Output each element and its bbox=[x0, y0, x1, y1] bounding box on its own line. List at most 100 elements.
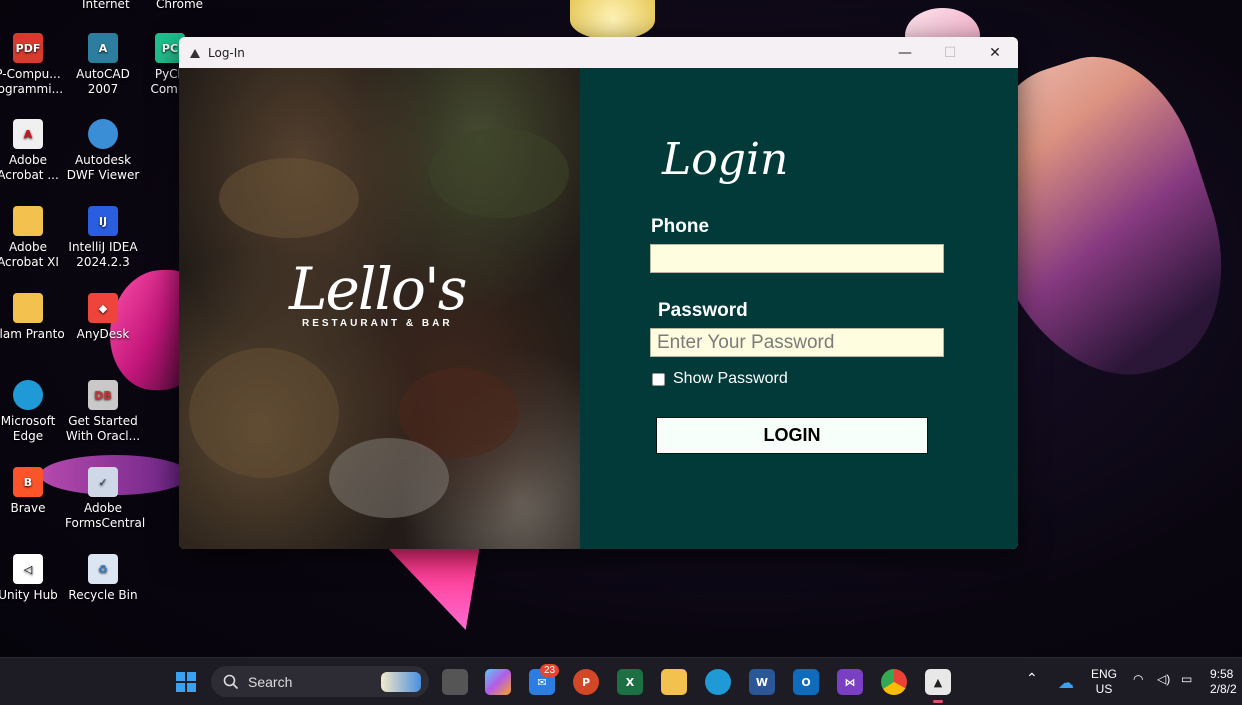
food-plate bbox=[399, 368, 519, 458]
unity-hub-icon: ◁ bbox=[13, 554, 43, 584]
desktop-icon-label: Get Started With Oracl... bbox=[65, 414, 141, 443]
excel-icon[interactable]: X bbox=[617, 669, 643, 695]
folder-icon bbox=[13, 206, 43, 236]
brand-tagline: RESTAURANT & BAR bbox=[301, 318, 453, 329]
clock-time: 9:58 bbox=[1210, 667, 1234, 681]
edge-icon[interactable] bbox=[705, 669, 731, 695]
desktop-icon-acrobat-xi[interactable]: Adobe Acrobat XI bbox=[0, 206, 66, 270]
anydesk-icon: ◆ bbox=[88, 293, 118, 323]
password-label: Password bbox=[658, 300, 748, 321]
desktop-icon-label: Microsoft Edge bbox=[0, 414, 56, 443]
desktop-icon-label: Brave bbox=[10, 501, 46, 515]
task-view-icon[interactable] bbox=[442, 669, 468, 695]
desktop-icon-recycle-bin[interactable]: ♻ Recycle Bin bbox=[65, 554, 141, 603]
desktop-icon-brave[interactable]: B Brave bbox=[0, 467, 66, 516]
maximize-button[interactable]: ☐ bbox=[927, 37, 973, 68]
powerpoint-icon[interactable]: P bbox=[573, 669, 599, 695]
adobe-acrobat-icon: A bbox=[13, 119, 43, 149]
region-label: US bbox=[1095, 682, 1113, 696]
desktop-icon-label: IntelliJ IDEA 2024.2.3 bbox=[68, 240, 138, 269]
pdf-file-icon: PDF bbox=[13, 33, 43, 63]
language-label: ENG bbox=[1090, 667, 1117, 681]
desktop-icon-anydesk[interactable]: ◆ AnyDesk bbox=[65, 293, 141, 342]
start-icon[interactable] bbox=[173, 669, 199, 695]
desktop-icon-acrobat[interactable]: A Adobe Acrobat ... bbox=[0, 119, 66, 183]
food-plate bbox=[189, 348, 339, 478]
desktop-icon-intellij[interactable]: IJ IntelliJ IDEA 2024.2.3 bbox=[65, 206, 141, 270]
desktop-icon-unity-hub[interactable]: ◁ Unity Hub bbox=[0, 554, 66, 603]
desktop-icon-edge[interactable]: Microsoft Edge bbox=[0, 380, 66, 444]
adobe-forms-icon: ✓ bbox=[88, 467, 118, 497]
minimize-button[interactable]: — bbox=[882, 37, 928, 68]
recycle-bin-icon: ♻ bbox=[88, 554, 118, 584]
login-button[interactable]: LOGIN bbox=[656, 417, 928, 454]
folder-icon bbox=[13, 293, 43, 323]
desktop-icon-dwf[interactable]: Autodesk DWF Viewer bbox=[65, 119, 141, 183]
onedrive-icon[interactable]: ☁ bbox=[1055, 669, 1077, 695]
phone-label: Phone bbox=[651, 216, 710, 237]
desktop-icon-label: Adobe FormsCentral bbox=[65, 501, 146, 530]
food-plate bbox=[219, 158, 359, 238]
desktop-icon-label: Unity Hub bbox=[0, 588, 58, 602]
close-button[interactable]: ✕ bbox=[972, 37, 1018, 68]
desktop-icon-label[interactable]: Internet bbox=[82, 0, 130, 11]
taskbar-search[interactable]: Search bbox=[211, 666, 429, 697]
intellij-icon: IJ bbox=[88, 206, 118, 236]
search-highlight-icon bbox=[381, 671, 421, 692]
login-app-icon[interactable]: ▲ bbox=[925, 669, 951, 695]
desktop-icon-label: AnyDesk bbox=[76, 327, 130, 341]
battery-icon[interactable]: ▭ bbox=[1181, 672, 1192, 687]
taskbar: Search 23 ✉ P X W O ⋈ ▲ ⌃ ☁ ENG US ◠ ◁) … bbox=[0, 657, 1242, 705]
desktop-icon-pdf[interactable]: PDF P-Compu... rogrammi... bbox=[0, 33, 66, 97]
chrome-icon[interactable] bbox=[881, 669, 907, 695]
desktop-icon-label: Adobe Acrobat XI bbox=[0, 240, 59, 269]
food-plate bbox=[329, 438, 449, 518]
login-heading: Login bbox=[662, 134, 789, 185]
brand-name: Lello's bbox=[289, 255, 468, 323]
active-app-indicator bbox=[933, 700, 943, 703]
mail-badge: 23 bbox=[540, 664, 560, 677]
show-password-row[interactable]: Show Password bbox=[652, 370, 788, 388]
language-indicator[interactable]: ENG US bbox=[1088, 667, 1120, 697]
desktop-icon-label[interactable]: Chrome bbox=[156, 0, 203, 11]
show-password-checkbox[interactable] bbox=[652, 372, 665, 386]
chevron-up-icon[interactable]: ⌃ bbox=[1026, 671, 1038, 686]
brave-icon: B bbox=[13, 467, 43, 497]
window-titlebar[interactable]: Log-In — ☐ ✕ bbox=[179, 37, 1018, 68]
login-form-panel: Login Phone Password Show Password LOGIN bbox=[580, 68, 1018, 549]
oracle-db-icon: DB bbox=[88, 380, 118, 410]
autodesk-dwf-icon bbox=[88, 119, 118, 149]
password-input[interactable] bbox=[650, 328, 944, 357]
show-password-label: Show Password bbox=[673, 370, 788, 387]
wifi-icon[interactable]: ◠ bbox=[1133, 672, 1143, 687]
desktop-icon-autocad[interactable]: A AutoCAD 2007 bbox=[65, 33, 141, 97]
restaurant-banner-image: Lello's RESTAURANT & BAR bbox=[179, 68, 580, 549]
desktop-icon-label: AutoCAD 2007 bbox=[76, 67, 130, 96]
desktop-icon-label: Autodesk DWF Viewer bbox=[66, 153, 140, 182]
copilot-icon[interactable] bbox=[485, 669, 511, 695]
volume-icon[interactable]: ◁) bbox=[1157, 672, 1170, 687]
clock[interactable]: 9:58 2/8/2 bbox=[1210, 667, 1242, 697]
visual-studio-icon[interactable]: ⋈ bbox=[837, 669, 863, 695]
desktop-icon-label: P-Compu... rogrammi... bbox=[0, 67, 64, 96]
word-icon[interactable]: W bbox=[749, 669, 775, 695]
login-window: Log-In — ☐ ✕ Lello's RESTAURANT & BAR Lo… bbox=[179, 37, 1018, 549]
desktop-icon-label: Recycle Bin bbox=[68, 588, 138, 602]
phone-input[interactable] bbox=[650, 244, 944, 273]
outlook-icon[interactable]: O bbox=[793, 669, 819, 695]
autocad-icon: A bbox=[88, 33, 118, 63]
window-title: Log-In bbox=[208, 45, 245, 60]
app-window-icon bbox=[190, 48, 200, 58]
desktop-icon-alam-pranto[interactable]: Alam Pranto bbox=[0, 293, 66, 342]
wallpaper-shape bbox=[570, 0, 655, 40]
file-explorer-icon[interactable] bbox=[661, 669, 687, 695]
restaurant-logo: Lello's RESTAURANT & BAR bbox=[289, 255, 468, 329]
desktop-icon-label: Adobe Acrobat ... bbox=[0, 153, 59, 182]
desktop-icon-label: Alam Pranto bbox=[0, 327, 65, 341]
wallpaper-shape bbox=[385, 545, 480, 630]
desktop-icon-oracle[interactable]: DB Get Started With Oracl... bbox=[65, 380, 141, 444]
search-icon bbox=[223, 674, 239, 689]
edge-icon bbox=[13, 380, 43, 410]
desktop-icon-formscentral[interactable]: ✓ Adobe FormsCentral bbox=[65, 467, 146, 531]
food-plate bbox=[429, 128, 569, 218]
